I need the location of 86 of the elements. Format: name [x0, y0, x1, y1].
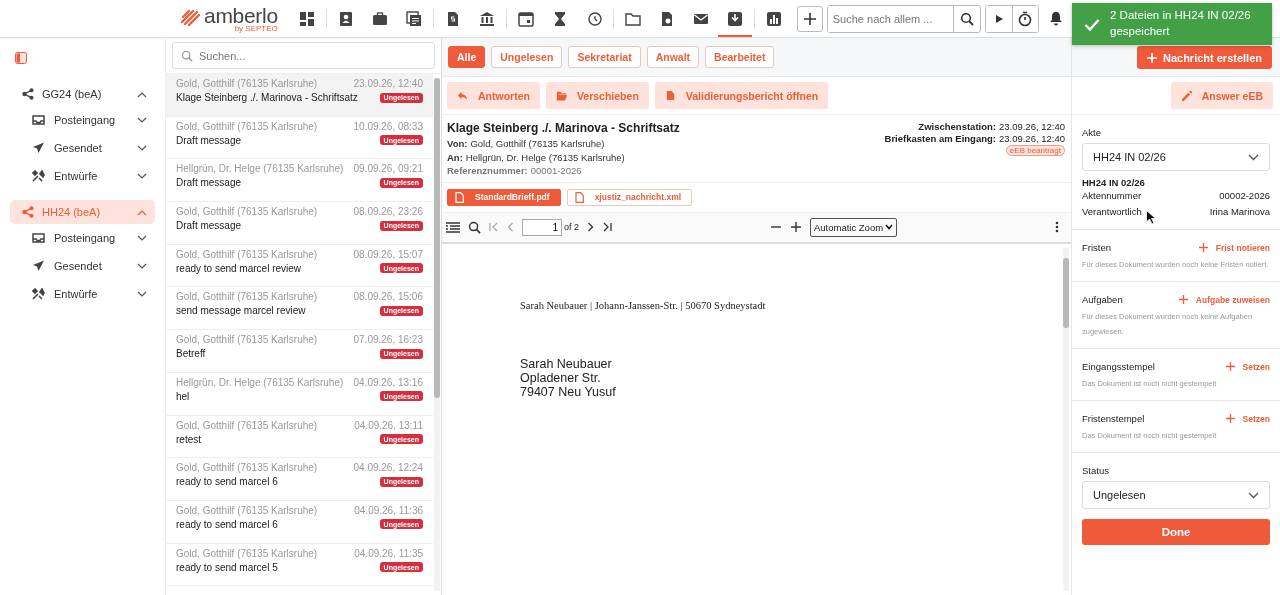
message-date: 04.09.26, 13:11 — [354, 419, 423, 431]
message-subject: Draft message — [176, 134, 242, 146]
message-subject: Klage Steinberg ./. Marinova - Schriftsatz — [176, 92, 358, 103]
address-line: Opladener Str. — [520, 370, 602, 385]
folder-item[interactable]: Gesendet — [10, 252, 155, 280]
message-sender: Gold, Gotthilf (76135 Karlsruhe) — [176, 419, 318, 431]
field-value: Hellgrün, Dr. Helge (76135 Karlsruhe) — [465, 151, 625, 163]
section-title: Fristenstempel — [1082, 413, 1145, 424]
message-sender: Gold, Gotthilf (76135 Karlsruhe) — [176, 120, 318, 132]
detail-label: Aktennummer — [1082, 189, 1142, 203]
detail-value: 00002-2026 — [1219, 189, 1270, 203]
field-label: Status — [1082, 465, 1110, 476]
message-search-field[interactable]: Suchen... — [172, 42, 435, 69]
message-date: 08.09.26, 23:26 — [353, 206, 423, 218]
message-date: 04.09.26, 11:36 — [354, 504, 423, 516]
message-sender: Gold, Gotthilf (76135 Karlsruhe) — [176, 291, 318, 303]
field-label: Von: — [447, 138, 468, 149]
field-value: Gold, Gotthilf (76135 Karlsruhe) — [470, 138, 605, 149]
file-title: HH24 IN 02/26 — [1082, 177, 1146, 188]
message-subject: ready to send marcel 5 — [176, 561, 278, 573]
section-action-link[interactable]: Setzen — [1225, 361, 1270, 372]
status-select[interactable]: Ungelesen — [1082, 481, 1270, 509]
message-sender: Gold, Gotthilf (76135 Karlsruhe) — [176, 547, 318, 559]
message-sender: Gold, Gotthilf (76135 Karlsruhe) — [176, 206, 318, 218]
message-subject: ready to send marcel 6 — [176, 518, 278, 530]
logo-wordmark: amberlo — [204, 4, 278, 26]
message-sender: Hellgrün, Dr. Helge (76135 Karlsruhe) — [176, 376, 344, 388]
message-sender: Gold, Gotthilf (76135 Karlsruhe) — [176, 78, 318, 89]
folder-item[interactable]: Gesendet — [10, 134, 155, 162]
message-date: 04.09.26, 13:16 — [353, 376, 423, 388]
section-action-link[interactable]: Frist notieren — [1198, 242, 1270, 253]
filter-tab[interactable]: Anwalt — [646, 46, 700, 68]
message-subject: Draft message — [176, 220, 242, 232]
meta-label: Briefkasten am Eingang: — [884, 132, 996, 144]
field-label: An: — [447, 151, 463, 163]
address-line: Sarah Neubauer — [520, 356, 613, 371]
logo-tagline: by SEPTEO — [234, 24, 278, 33]
folder-item[interactable]: Posteingang — [10, 106, 155, 134]
section-action-link[interactable]: Aufgabe zuweisen — [1178, 294, 1270, 305]
message-subject: retest — [176, 433, 201, 445]
folder-item[interactable]: Entwürfe — [10, 162, 155, 190]
message-date: 23.09.26, 12:40 — [353, 78, 423, 89]
sender-line: Sarah Neubauer | Johann-Janssen-Str. | 50670 Sydneystadt — [520, 299, 767, 311]
field-value: 00001-2026 — [530, 165, 582, 176]
message-title: Klage Steinberg ./. Marinova - Schriftsatz — [447, 121, 680, 135]
section-title: Fristen — [1082, 242, 1112, 253]
message-subject: Draft message — [176, 177, 242, 189]
page-count: of 2 — [564, 222, 579, 232]
folder-item[interactable]: Entwürfe — [10, 280, 155, 308]
zoom-select[interactable]: Automatic Zoom — [809, 217, 898, 237]
field-label: Referenznummer: — [447, 165, 528, 176]
attachment-tab[interactable]: xjustiz_nachricht.xml — [566, 188, 693, 206]
toast-message: 2 Dateien in HH24 IN 02/26 gespeichert — [1110, 8, 1252, 39]
folder-item[interactable]: Posteingang — [10, 224, 155, 252]
meta-label: Zwischenstation: — [918, 121, 996, 132]
message-date: 08.09.26, 15:06 — [353, 291, 423, 303]
message-subject: Betreff — [176, 348, 206, 360]
meta-value: 23.09.26, 12:40 — [998, 121, 1065, 132]
message-sender: Gold, Gotthilf (76135 Karlsruhe) — [176, 248, 318, 260]
page-number-field[interactable]: 1 — [522, 218, 562, 236]
meta-value: 23.09.26, 12:40 — [998, 132, 1065, 144]
message-date: 10.09.26, 08:33 — [353, 120, 423, 132]
message-subject: send message marcel review — [176, 305, 306, 317]
message-subject: ready to send marcel review — [176, 262, 302, 274]
message-sender: Gold, Gotthilf (76135 Karlsruhe) — [176, 504, 318, 516]
message-sender: Gold, Gotthilf (76135 Karlsruhe) — [176, 334, 318, 346]
file-select[interactable]: HH24 IN 02/26 — [1082, 143, 1270, 171]
detail-value: Irina Marinova — [1209, 205, 1270, 219]
field-label: Akte — [1082, 127, 1102, 138]
account-item[interactable]: GG24 (beA) — [10, 82, 155, 106]
status-tag: eEB beantragt — [1005, 145, 1065, 156]
section-title: Eingangsstempel — [1082, 361, 1155, 372]
message-date: 08.09.26, 15:07 — [353, 248, 423, 260]
message-sender: Hellgrün, Dr. Helge (76135 Karlsruhe) — [176, 163, 344, 175]
section-action-link[interactable]: Setzen — [1225, 413, 1270, 424]
message-date: 04.09.26, 12:24 — [353, 462, 423, 474]
message-date: 09.09.26, 09:21 — [353, 163, 423, 175]
message-sender: Gold, Gotthilf (76135 Karlsruhe) — [176, 462, 318, 474]
detail-label: Verantwortlich — [1082, 205, 1142, 219]
message-subject: hel — [176, 390, 190, 402]
global-search-field[interactable]: Suche nach allem ... — [826, 4, 981, 33]
section-title: Aufgaben — [1082, 294, 1123, 305]
message-date: 04.09.26, 11:35 — [354, 547, 423, 559]
message-subject: ready to send marcel 6 — [176, 476, 278, 488]
message-date: 07.09.26, 16:23 — [353, 334, 423, 346]
address-line: 79407 Neu Yusuf — [520, 384, 617, 399]
